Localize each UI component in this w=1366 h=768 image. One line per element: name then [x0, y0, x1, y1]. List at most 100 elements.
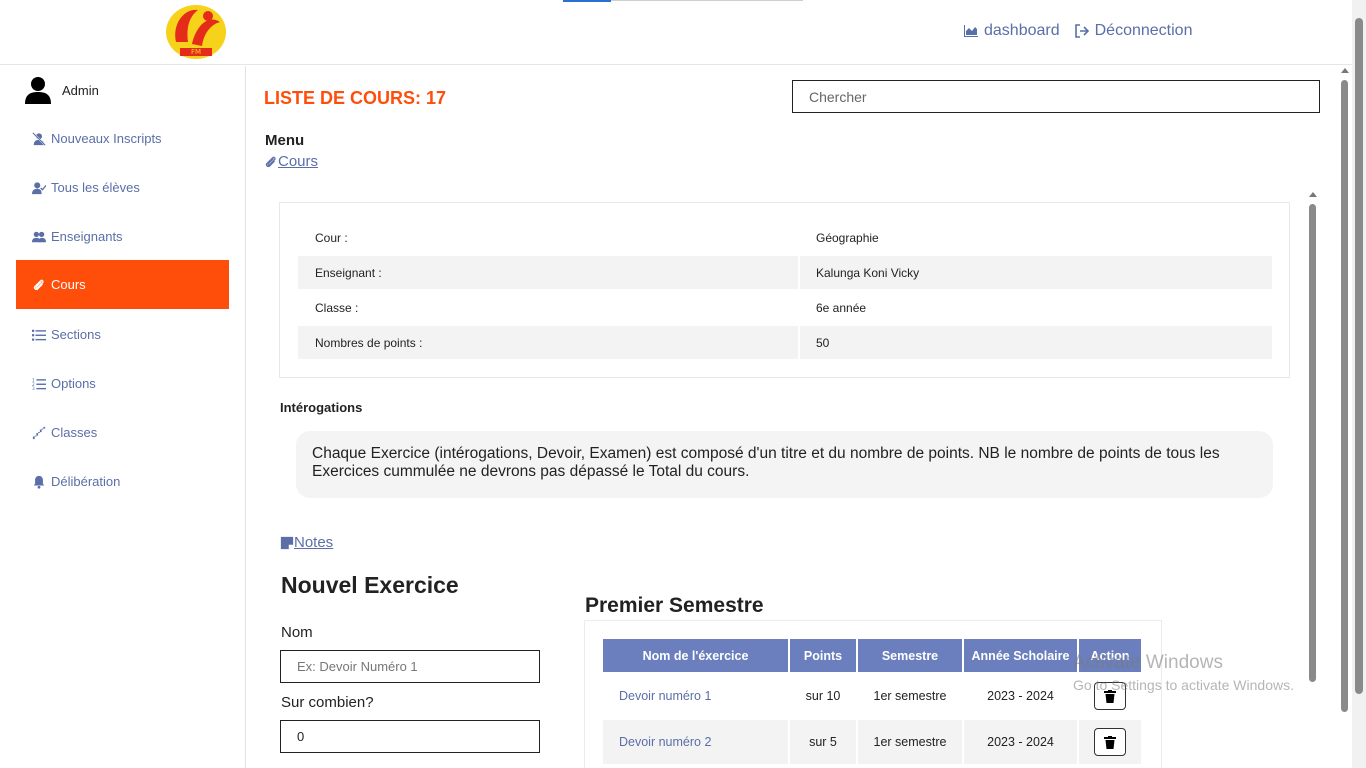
action-cell: [1079, 674, 1143, 718]
page-title: LISTE DE COURS: 17: [264, 88, 447, 108]
user-profile[interactable]: Admin: [24, 76, 99, 104]
exercise-table: Nom de l'éxercice Points Semestre Année …: [584, 620, 1162, 768]
delete-button[interactable]: [1094, 682, 1126, 710]
info-value: Kalunga Koni Vicky: [816, 265, 920, 280]
action-cell: [1079, 720, 1143, 764]
sidebar-item-label: Options: [51, 376, 96, 391]
bell-icon: [33, 475, 45, 489]
course-info-row: Classe : 6e année: [298, 291, 1272, 324]
paperclip-icon: [33, 279, 44, 290]
user-slash-icon: [32, 131, 46, 146]
svg-text:3: 3: [32, 386, 35, 391]
trash-icon: [1104, 735, 1116, 749]
name-label: Nom: [281, 624, 313, 641]
list-icon: [32, 329, 46, 341]
sidebar-item-deliberation[interactable]: Délibération: [16, 457, 229, 506]
sidebar-item-sections[interactable]: Sections: [16, 310, 229, 359]
info-value: 6e année: [816, 300, 867, 315]
new-exercise-title: Nouvel Exercice: [281, 572, 459, 598]
dashboard-link[interactable]: dashboard: [963, 22, 1060, 40]
notes-link[interactable]: Notes: [280, 534, 333, 551]
info-key: Cour :: [315, 230, 348, 245]
content-scrollbar[interactable]: [1307, 190, 1317, 768]
main-content: LISTE DE COURS: 17 Menu Cours Cour : Géo…: [247, 66, 1338, 768]
info-value: 50: [816, 335, 830, 350]
col-header: Semestre: [858, 639, 964, 672]
semester-title: Premier Semestre: [585, 594, 764, 617]
col-header: Action: [1079, 639, 1143, 672]
chart-area-icon: [964, 25, 978, 37]
list-ol-icon: 123: [32, 377, 46, 391]
exercise-points-input[interactable]: [280, 720, 540, 753]
sticky-note-icon: [280, 536, 294, 549]
dashboard-label: dashboard: [984, 22, 1060, 39]
table-row: Devoir numéro 2 sur 5 1er semestre 2023 …: [603, 720, 1143, 764]
menu-title: Menu: [265, 132, 305, 149]
sidebar-item-classes[interactable]: Classes: [16, 408, 229, 457]
sidebar-item-label: Cours: [51, 277, 86, 292]
course-info-card: Cour : Géographie Enseignant : Kalunga K…: [279, 202, 1290, 378]
sidebar-item-enseignants[interactable]: Enseignants: [16, 212, 229, 261]
sidebar: Admin Nouveaux Inscripts Tous les élèves…: [0, 66, 246, 768]
sidebar-item-tous-les-eleves[interactable]: Tous les élèves: [16, 163, 229, 212]
table-header: Nom de l'éxercice Points Semestre Année …: [603, 639, 1143, 672]
search-input[interactable]: [792, 80, 1320, 113]
sidebar-item-label: Sections: [51, 327, 101, 342]
trash-icon: [1104, 689, 1116, 703]
sign-out-icon: [1074, 24, 1089, 38]
top-bar: FM dashboard Déconnection: [0, 0, 1366, 65]
user-icon: [25, 77, 51, 104]
sidebar-item-label: Classes: [51, 425, 98, 440]
user-name: Admin: [62, 82, 99, 98]
sidebar-item-cours[interactable]: Cours: [16, 260, 229, 309]
info-value: Géographie: [816, 230, 879, 245]
scroll-up-icon[interactable]: [1341, 68, 1349, 73]
points-label: Sur combien?: [281, 694, 374, 711]
paperclip-icon: [265, 156, 276, 167]
scrollbar-thumb[interactable]: [1309, 204, 1316, 682]
delete-button[interactable]: [1094, 728, 1126, 756]
table-row: Devoir numéro 1 sur 10 1er semestre 2023…: [603, 674, 1143, 718]
window-scrollbar[interactable]: [1352, 0, 1366, 768]
browser-tab-line: [611, 0, 803, 1]
exercise-name-input[interactable]: [280, 650, 540, 683]
logo-text: FM: [191, 48, 201, 56]
exercise-semester: 1er semestre: [858, 720, 964, 764]
exercise-points: sur 5: [790, 720, 858, 764]
sidebar-item-nouveaux-inscripts[interactable]: Nouveaux Inscripts: [16, 114, 229, 163]
col-header: Nom de l'éxercice: [603, 639, 790, 672]
course-info-row: Enseignant : Kalunga Koni Vicky: [298, 256, 1272, 289]
col-header: Année Scholaire: [964, 639, 1079, 672]
exercise-points: sur 10: [790, 674, 858, 718]
scroll-up-icon[interactable]: [1309, 192, 1317, 197]
scrollbar-thumb[interactable]: [1355, 18, 1363, 694]
sidebar-item-label: Nouveaux Inscripts: [51, 131, 162, 146]
logout-label: Déconnection: [1094, 22, 1193, 39]
main-scrollbar[interactable]: [1338, 66, 1352, 768]
browser-tab-indicator: [563, 0, 611, 2]
logout-link[interactable]: Déconnection: [1074, 22, 1193, 40]
sidebar-item-label: Enseignants: [51, 229, 123, 244]
info-key: Nombres de points :: [315, 335, 423, 350]
notes-link-label: Notes: [294, 534, 334, 551]
sidebar-item-options[interactable]: 123 Options: [16, 359, 229, 408]
exercise-semester: 1er semestre: [858, 674, 964, 718]
sidebar-item-label: Tous les élèves: [51, 180, 140, 195]
sidebar-item-label: Délibération: [51, 474, 121, 489]
col-header: Points: [790, 639, 858, 672]
user-check-icon: [32, 181, 46, 194]
info-key: Enseignant :: [315, 265, 382, 280]
course-info-row: Cour : Géographie: [298, 221, 1272, 254]
interrogations-note: Chaque Exercice (intérogations, Devoir, …: [296, 431, 1273, 498]
school-logo[interactable]: FM: [162, 2, 230, 62]
users-icon: [32, 231, 46, 242]
course-info-row: Nombres de points : 50: [298, 326, 1272, 359]
stairs-icon: [32, 426, 46, 439]
exercise-year: 2023 - 2024: [964, 720, 1079, 764]
exercise-name-link[interactable]: Devoir numéro 2: [603, 720, 790, 764]
info-key: Classe :: [315, 300, 359, 315]
cours-link-label: Cours: [278, 153, 319, 170]
scrollbar-thumb[interactable]: [1341, 80, 1348, 712]
exercise-name-link[interactable]: Devoir numéro 1: [603, 674, 790, 718]
cours-link[interactable]: Cours: [264, 153, 318, 170]
